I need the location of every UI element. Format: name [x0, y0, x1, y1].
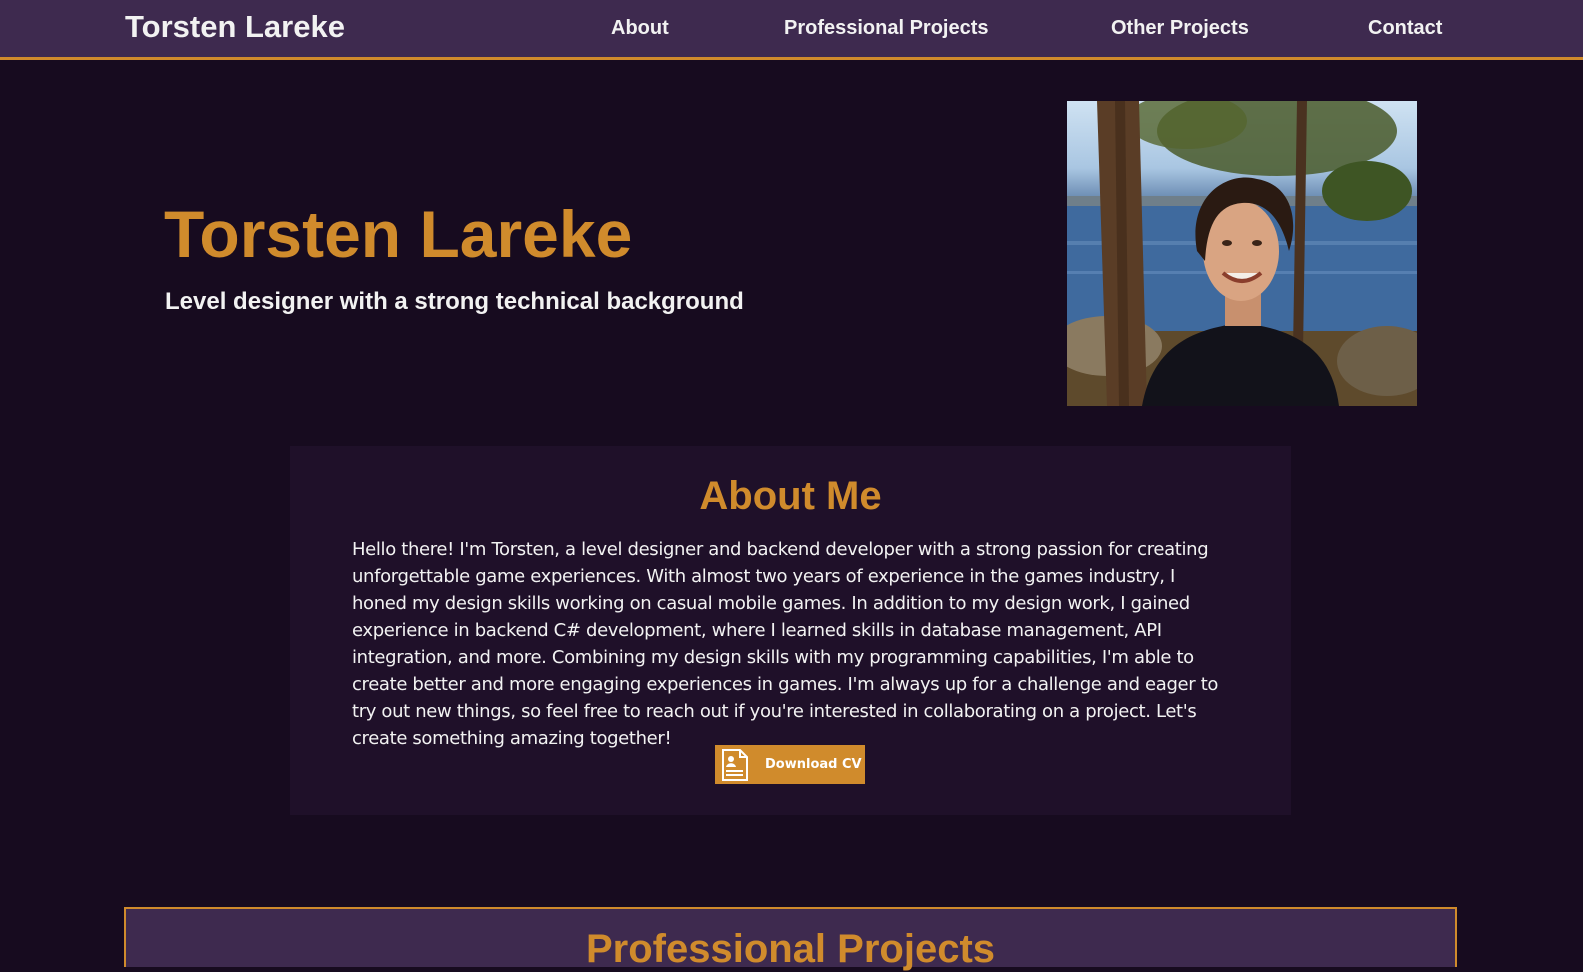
profile-photo [1067, 101, 1417, 406]
about-me-heading: About Me [699, 474, 882, 518]
brand-link[interactable]: Torsten Lareke [125, 9, 345, 45]
professional-projects-section: Professional Projects [124, 907, 1457, 971]
about-me-text: Hello there! I'm Torsten, a level design… [352, 539, 1219, 749]
hero-tagline: Level designer with a strong technical b… [165, 288, 744, 315]
nav-link-about[interactable]: About [611, 17, 669, 40]
top-navigation-bar: Torsten Lareke About Professional Projec… [0, 0, 1583, 60]
profile-photo-illustration [1067, 101, 1417, 406]
download-cv-button[interactable]: Download CV [715, 745, 865, 784]
document-icon [722, 748, 748, 781]
about-me-section: About Me Hello there! I'm Torsten, a lev… [290, 446, 1291, 815]
nav-link-professional-projects[interactable]: Professional Projects [784, 17, 989, 40]
nav-link-other-projects[interactable]: Other Projects [1111, 17, 1249, 40]
download-cv-label: Download CV [765, 757, 862, 772]
hero-name: Torsten Lareke [164, 197, 633, 271]
nav-link-contact[interactable]: Contact [1368, 17, 1442, 40]
